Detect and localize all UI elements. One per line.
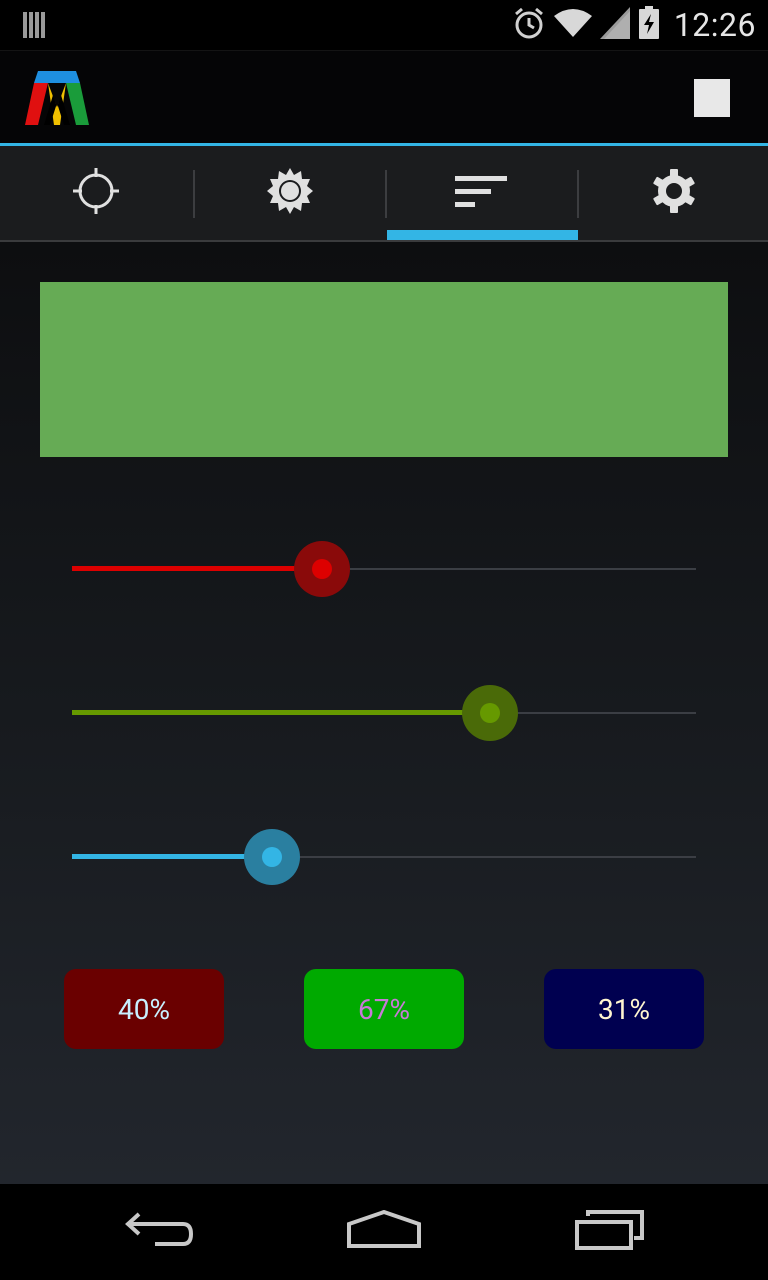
- slider-thumb[interactable]: [480, 703, 500, 723]
- back-icon: [125, 1210, 195, 1254]
- battery-charging-icon: [638, 6, 660, 44]
- blue-slider[interactable]: [72, 827, 696, 887]
- slider-fill: [72, 566, 322, 571]
- tab-bar: [0, 146, 768, 242]
- brightness-icon: [266, 167, 314, 219]
- green-slider[interactable]: [72, 683, 696, 743]
- main-content: 40% 67% 31%: [0, 242, 768, 1184]
- tab-brightness[interactable]: [194, 146, 386, 240]
- green-value-box: 67%: [304, 969, 464, 1049]
- alarm-icon: [512, 6, 546, 44]
- wifi-icon: [553, 8, 592, 42]
- red-value-box: 40%: [64, 969, 224, 1049]
- slider-fill: [72, 710, 490, 715]
- sort-lines-icon: [455, 171, 509, 215]
- tab-settings[interactable]: [578, 146, 768, 240]
- slider-thumb[interactable]: [312, 559, 332, 579]
- app-logo[interactable]: [24, 69, 90, 131]
- status-bar: 12:26: [0, 0, 768, 50]
- red-slider[interactable]: [72, 539, 696, 599]
- notification-icon: [22, 11, 48, 43]
- tab-selected-indicator: [387, 230, 578, 240]
- slider-fill: [72, 854, 272, 859]
- tab-levels[interactable]: [386, 146, 578, 240]
- signal-icon: [599, 7, 630, 43]
- stop-button[interactable]: [694, 79, 730, 117]
- color-preview: [40, 282, 728, 457]
- crosshair-icon: [71, 166, 121, 220]
- blue-value-box: 31%: [544, 969, 704, 1049]
- back-button[interactable]: [100, 1204, 220, 1260]
- home-button[interactable]: [324, 1204, 444, 1260]
- recent-apps-button[interactable]: [550, 1204, 670, 1260]
- slider-thumb[interactable]: [262, 847, 282, 867]
- tab-target[interactable]: [0, 146, 192, 240]
- action-bar: [0, 50, 768, 143]
- recent-apps-icon: [574, 1210, 646, 1254]
- navigation-bar: [0, 1184, 768, 1280]
- home-icon: [346, 1209, 422, 1254]
- status-icons: 12:26: [512, 0, 756, 50]
- status-clock: 12:26: [673, 6, 756, 44]
- settings-gear-icon: [651, 168, 697, 218]
